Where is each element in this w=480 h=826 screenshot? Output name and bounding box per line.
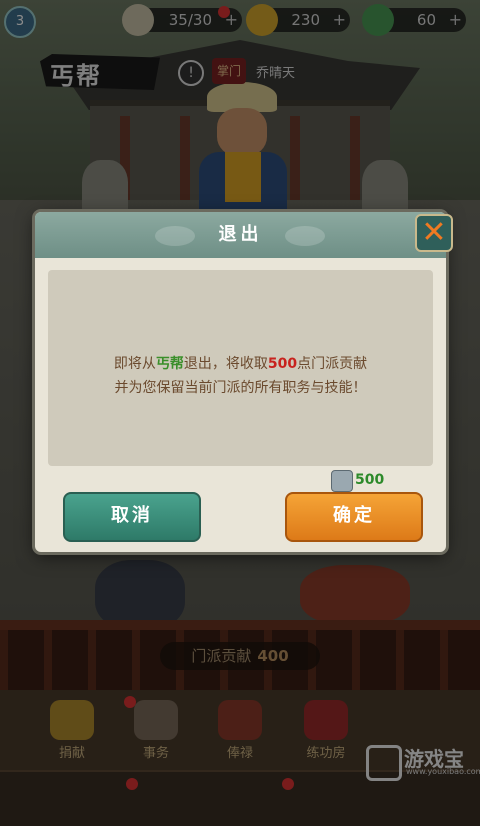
dialog-message-panel: 即将从丐帮退出，将收取500点门派贡献 并为您保留当前门派的所有职务与技能！ <box>48 270 433 466</box>
cancel-button[interactable]: 取消 <box>63 492 201 542</box>
dialog-header: 退出 <box>35 212 446 258</box>
message-text: 退出，将收取 <box>183 356 268 372</box>
dialog-title: 退出 <box>218 224 263 245</box>
contribution-token-icon <box>331 470 353 492</box>
dialog-message: 即将从丐帮退出，将收取500点门派贡献 并为您保留当前门派的所有职务与技能！ <box>48 352 433 400</box>
message-text: 点门派贡献 <box>297 356 368 372</box>
leave-sect-dialog: 退出 ✕ 即将从丐帮退出，将收取500点门派贡献 并为您保留当前门派的所有职务与… <box>35 212 453 552</box>
cost-amount-highlight: 500 <box>267 356 298 372</box>
message-text: 即将从 <box>113 356 156 372</box>
sect-name-highlight: 丐帮 <box>155 356 184 372</box>
close-button[interactable]: ✕ <box>415 214 453 252</box>
confirm-button[interactable]: 确定 <box>285 492 423 542</box>
cost-value: 500 <box>355 472 385 488</box>
message-text-line2: 并为您保留当前门派的所有职务与技能！ <box>114 380 367 396</box>
close-icon: ✕ <box>421 215 447 250</box>
